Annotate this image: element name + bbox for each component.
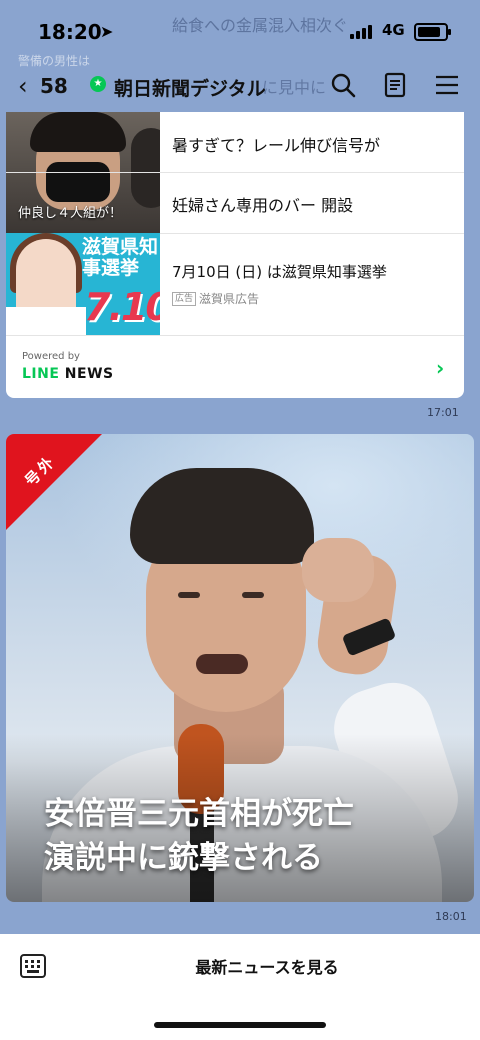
chat-header: ‹ 58 ★ 朝日新聞デジタル <box>0 62 480 110</box>
powered-by-label: Powered by <box>22 351 80 362</box>
search-icon[interactable] <box>330 72 356 98</box>
ad-image-text: 滋賀県知事選挙 <box>82 236 159 279</box>
location-arrow-icon: ➤ <box>100 22 114 41</box>
news-item[interactable]: 妊婦さん専用のバー 開設 <box>6 172 464 234</box>
network-type: 4G <box>382 21 405 39</box>
top-bar: 給食への金属混入相次ぐ 警備の男性は に見中に 18:20 ➤ 4G ‹ 58 … <box>0 0 480 112</box>
news-card: 仲良し４人組が！ 暑すぎて？レール伸び信号が 妊婦さん専用のバー 開設 滋賀県知… <box>6 112 464 398</box>
line-news-logo-line: LINE <box>22 366 60 382</box>
latest-news-button[interactable]: 最新ニュースを見る <box>0 954 480 978</box>
headline-line: 演説中に銃撃される <box>44 840 323 876</box>
ad-badge: 広告 <box>172 292 197 306</box>
line-news-logo-news: NEWS <box>59 366 114 382</box>
ad-image-date: 7.10 <box>84 285 160 329</box>
unread-count[interactable]: 58 <box>40 74 68 98</box>
back-icon[interactable]: ‹ <box>18 72 28 100</box>
official-account-icon: ★ <box>90 76 106 92</box>
breaking-headline: 安倍晋三元首相が死亡 演説中に銃撃される <box>44 792 354 880</box>
cellular-signal-icon <box>350 25 376 39</box>
message-timestamp: 17:01 <box>427 406 459 419</box>
bottom-bar: 最新ニュースを見る <box>0 934 480 1040</box>
ad-sponsor: 滋賀県広告 <box>199 292 260 306</box>
ad-title[interactable]: 7月10日 (日) は滋賀県知事選挙 <box>172 261 387 282</box>
headline-line: 安倍晋三元首相が死亡 <box>44 796 354 832</box>
news-item[interactable]: 暑すぎて？レール伸び信号が <box>6 112 464 173</box>
battery-icon <box>414 23 451 41</box>
news-item-title: 暑すぎて？レール伸び信号が <box>172 136 381 155</box>
home-indicator[interactable] <box>154 1022 326 1028</box>
breaking-ribbon <box>6 434 102 530</box>
notes-icon[interactable] <box>382 72 408 98</box>
ad-image[interactable]: 滋賀県知事選挙 7.10 <box>6 233 160 335</box>
menu-icon[interactable] <box>434 72 460 98</box>
line-news-logo[interactable]: LINE NEWS <box>22 366 114 382</box>
status-bar: 18:20 ➤ 4G <box>0 0 480 62</box>
clock: 18:20 <box>38 20 102 44</box>
breaking-news-card[interactable]: 号外 安倍晋三元首相が死亡 演説中に銃撃される <box>6 434 474 902</box>
channel-name[interactable]: 朝日新聞デジタル <box>114 74 266 101</box>
message-timestamp: 18:01 <box>435 910 467 923</box>
news-item-title: 妊婦さん専用のバー 開設 <box>172 196 354 215</box>
chevron-right-icon[interactable]: › <box>436 356 444 380</box>
